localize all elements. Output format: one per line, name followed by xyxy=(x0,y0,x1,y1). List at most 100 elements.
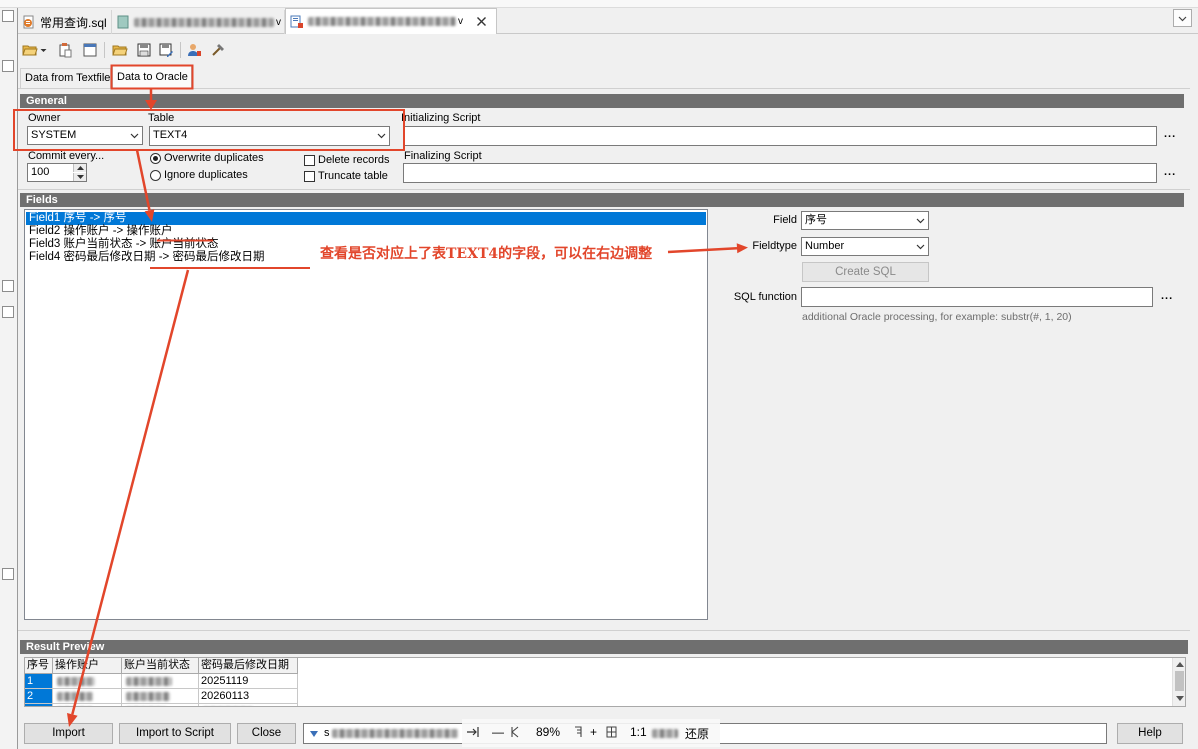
table-cell[interactable] xyxy=(122,704,199,706)
background-side-panel xyxy=(0,8,18,749)
finalizing-script-label: Finalizing Script xyxy=(404,150,482,162)
save-icon[interactable] xyxy=(136,42,152,58)
stepper-up-button[interactable] xyxy=(73,164,86,172)
redacted-text xyxy=(57,691,93,701)
field-select[interactable]: 序号 xyxy=(801,211,929,230)
owner-label: Owner xyxy=(28,112,61,124)
tab-data-to-oracle[interactable]: Data to Oracle xyxy=(112,65,192,89)
column-header[interactable]: 操作账户 xyxy=(53,658,122,674)
toolbar xyxy=(18,37,1190,62)
new-icon[interactable] xyxy=(82,42,98,58)
page-icon[interactable] xyxy=(574,726,584,741)
side-panel-control[interactable] xyxy=(2,60,14,72)
finalizing-script-browse-button[interactable]: ... xyxy=(1164,166,1176,178)
open-folder-icon[interactable] xyxy=(112,42,128,58)
commit-every-stepper[interactable]: 100 xyxy=(27,163,87,182)
zoom-in-button[interactable]: + xyxy=(590,725,597,739)
table-cell[interactable]: 1 xyxy=(25,674,53,689)
scroll-thumb[interactable] xyxy=(1175,671,1184,691)
commit-every-label: Commit every... xyxy=(28,150,105,162)
scroll-down-icon[interactable] xyxy=(1176,696,1184,702)
close-icon[interactable] xyxy=(476,16,487,27)
open-file-icon[interactable] xyxy=(22,42,38,58)
fit-width-icon[interactable] xyxy=(466,726,480,741)
help-button[interactable]: Help xyxy=(1117,723,1183,744)
chevron-down-icon xyxy=(916,218,925,224)
zoom-step-icon[interactable] xyxy=(510,726,520,741)
table-cell[interactable]: 2 xyxy=(25,689,53,704)
editor-tab-csv[interactable]: v xyxy=(112,10,285,34)
panel-border xyxy=(18,630,1190,631)
column-header[interactable]: 密码最后修改日期 xyxy=(199,658,298,674)
fields-list[interactable]: Field1 序号 -> 序号 Field2 操作账户 -> 操作账户 Fiel… xyxy=(24,209,708,620)
list-item[interactable]: Field1 序号 -> 序号 xyxy=(26,212,706,225)
initializing-script-browse-button[interactable]: ... xyxy=(1164,128,1176,140)
target-select-value: s xyxy=(324,727,330,739)
tab-list-dropdown-button[interactable] xyxy=(1173,9,1192,27)
save-as-icon[interactable] xyxy=(158,42,174,58)
side-panel-control[interactable] xyxy=(2,568,14,580)
ignore-duplicates-radio[interactable] xyxy=(150,170,161,181)
paste-icon[interactable] xyxy=(57,42,73,58)
list-item[interactable]: Field2 操作账户 -> 操作账户 xyxy=(26,225,706,238)
table-cell[interactable] xyxy=(25,704,53,706)
scroll-up-icon[interactable] xyxy=(1176,661,1184,667)
table-select[interactable]: TEXT4 xyxy=(149,126,390,146)
actual-size-button[interactable]: 1:1 xyxy=(630,725,647,739)
column-header[interactable]: 账户当前状态 xyxy=(122,658,199,674)
sql-function-input[interactable] xyxy=(801,287,1153,307)
table-cell[interactable] xyxy=(199,704,298,706)
table-cell[interactable]: 20251119 xyxy=(199,674,298,689)
section-divider xyxy=(18,189,1190,190)
column-header[interactable]: 序号 xyxy=(25,658,53,674)
fieldtype-select[interactable]: Number xyxy=(801,237,929,256)
result-preview-header: Result Preview xyxy=(20,640,1188,654)
close-button[interactable]: Close xyxy=(237,723,296,744)
owner-select[interactable]: SYSTEM xyxy=(27,126,143,145)
redacted-text xyxy=(332,729,458,738)
sql-function-browse-button[interactable]: ... xyxy=(1161,290,1173,302)
grid-icon[interactable] xyxy=(606,726,617,741)
redacted-text xyxy=(652,729,678,738)
ignore-duplicates-label: Ignore duplicates xyxy=(164,169,248,181)
side-panel-control[interactable] xyxy=(2,306,14,318)
chevron-down-icon xyxy=(1178,16,1187,21)
zoom-out-button[interactable]: — xyxy=(492,725,504,739)
table-cell[interactable] xyxy=(53,704,122,706)
side-panel-control[interactable] xyxy=(2,10,14,22)
import-to-script-button[interactable]: Import to Script xyxy=(119,723,231,744)
overwrite-duplicates-label: Overwrite duplicates xyxy=(164,152,264,164)
truncate-table-checkbox[interactable] xyxy=(304,171,315,182)
import-button[interactable]: Import xyxy=(24,723,113,744)
finalizing-script-input[interactable] xyxy=(403,163,1157,183)
table-cell[interactable] xyxy=(122,689,199,704)
csv-file-icon xyxy=(116,15,130,29)
table-select-value: TEXT4 xyxy=(153,129,188,141)
restore-button[interactable]: 还原 xyxy=(685,725,709,742)
overwrite-duplicates-radio[interactable] xyxy=(150,153,161,164)
stepper-down-button[interactable] xyxy=(73,173,86,181)
result-preview-grid[interactable]: 序号 操作账户 账户当前状态 密码最后修改日期 1 20251119 2 202… xyxy=(24,657,1186,707)
tools-icon[interactable] xyxy=(210,42,226,58)
truncate-table-label: Truncate table xyxy=(318,170,388,182)
editor-tab-sql[interactable]: 常用查询.sql xyxy=(18,10,112,34)
create-sql-button[interactable]: Create SQL xyxy=(802,262,929,282)
owner-select-value: SYSTEM xyxy=(31,129,77,141)
table-cell[interactable] xyxy=(122,674,199,689)
side-panel-control[interactable] xyxy=(2,280,14,292)
redacted-text xyxy=(57,676,95,686)
initializing-script-input[interactable] xyxy=(403,126,1157,146)
tab-data-from-textfile[interactable]: Data from Textfile xyxy=(20,68,111,89)
table-cell[interactable] xyxy=(53,674,122,689)
image-viewer-toolbar: — 89% + 1:1 还原 xyxy=(462,719,720,747)
user-icon[interactable] xyxy=(186,42,202,58)
chevron-down-icon xyxy=(916,244,925,250)
redacted-text xyxy=(126,676,172,686)
delete-records-checkbox[interactable] xyxy=(304,155,315,166)
editor-tab-text-importer[interactable]: v xyxy=(285,8,497,34)
table-cell[interactable]: 20260113 xyxy=(199,689,298,704)
editor-tab-label: v xyxy=(276,16,281,28)
chevron-down-icon[interactable] xyxy=(40,42,47,58)
vertical-scrollbar[interactable] xyxy=(1172,658,1185,706)
table-cell[interactable] xyxy=(53,689,122,704)
